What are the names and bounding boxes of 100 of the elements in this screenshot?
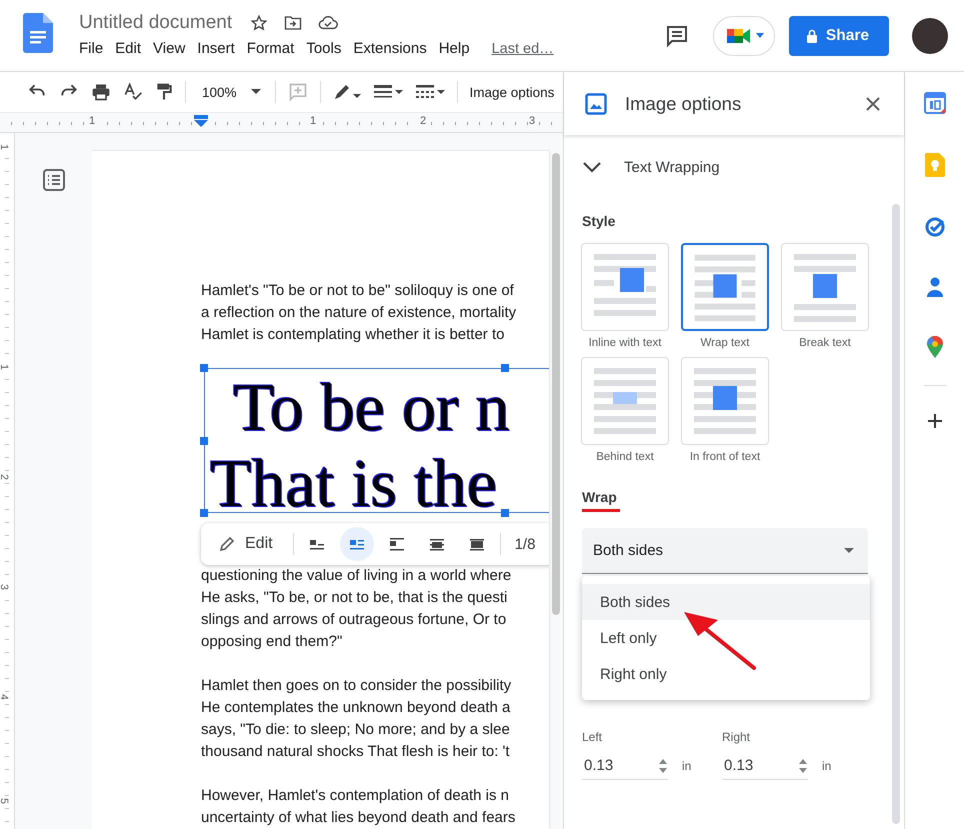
ruler-number: 2: [0, 474, 10, 480]
margin-label: Right: [722, 730, 752, 744]
comment-icon[interactable]: [664, 24, 689, 48]
panel-title: Image options: [625, 92, 742, 114]
outline-icon[interactable]: [42, 169, 64, 191]
margin-label: Left: [582, 730, 604, 744]
chevron-icon: [582, 161, 602, 173]
docs-logo-icon[interactable]: [23, 12, 53, 52]
lock-icon: [806, 28, 818, 42]
paint-format-icon[interactable]: [155, 82, 173, 102]
menu-item[interactable]: View: [147, 38, 192, 59]
last-edit-link[interactable]: Last ed…: [492, 40, 554, 56]
tasks-icon[interactable]: [924, 216, 946, 238]
style-option-label: Behind text: [596, 451, 654, 463]
image-text: To be or n: [232, 369, 510, 445]
share-button[interactable]: Share: [788, 16, 889, 56]
image-page-count: 1/8: [514, 536, 536, 552]
avatar[interactable]: [912, 18, 948, 54]
style-option-label: Inline with text: [588, 337, 662, 349]
paragraph-line: thousand natural shocks That flesh is heir to: 't: [201, 742, 511, 762]
ruler-number: 3: [0, 584, 10, 590]
paragraph-line: says, "To die: to sleep; No more; and by a slee: [201, 720, 511, 740]
ruler-number: 1: [309, 115, 318, 127]
annotation-underline: [582, 509, 620, 512]
scrollbar-thumb[interactable]: [552, 153, 560, 615]
ruler-number: 4: [0, 694, 10, 700]
dropdown-option[interactable]: Left only: [582, 620, 870, 656]
paragraph-line: Hamlet's "To be or not to be" soliloquy is one of: [201, 281, 515, 301]
star-icon[interactable]: [250, 14, 268, 32]
caret-icon: [756, 32, 764, 38]
unit-label: in: [822, 759, 832, 773]
paragraph-line: However, Hamlet's contemplation of death is n: [201, 786, 510, 806]
resize-handle[interactable]: [200, 364, 208, 372]
paragraph-line: Hamlet then goes on to consider the possibility: [201, 676, 512, 696]
ruler-number: 1: [0, 364, 10, 370]
wrap-dropdown[interactable]: Both sides: [582, 528, 868, 574]
margin-field[interactable]: 0.13: [722, 752, 808, 780]
paragraph-line: He asks, "To be, or not to be, that is the questi: [201, 588, 508, 608]
resize-handle[interactable]: [200, 437, 208, 445]
layout-icon: [468, 536, 486, 552]
pencil-icon: [219, 536, 235, 552]
paragraph-line: uncertainty of what lies beyond death and fears: [201, 808, 516, 828]
menu-item[interactable]: File: [73, 38, 110, 59]
menu-item[interactable]: Format: [240, 38, 300, 59]
style-label: Style: [582, 213, 616, 229]
ruler-number: 1: [88, 115, 96, 127]
caret-icon: [250, 89, 261, 95]
print-icon[interactable]: [91, 82, 111, 102]
indent-marker-icon[interactable]: [194, 115, 208, 127]
paragraph-line: a reflection on the nature of existence, mortality: [201, 303, 518, 323]
scrollbar-thumb[interactable]: [892, 204, 900, 824]
resize-handle[interactable]: [501, 509, 509, 517]
caret-icon: [844, 548, 854, 554]
spinner-icon[interactable]: [658, 758, 668, 774]
dropdown-option[interactable]: Both sides: [582, 584, 870, 620]
paragraph-line: questioning the value of living in a world where: [201, 566, 512, 586]
image-icon: [585, 92, 607, 114]
wrap-mode-button[interactable]: [340, 527, 374, 561]
paragraph-line: opposing end them?": [201, 632, 344, 652]
zoom-dropdown[interactable]: 100%: [198, 84, 263, 100]
paragraph-line: slings and arrows of outrageous fortune, Or to: [201, 610, 508, 630]
resize-handle[interactable]: [501, 364, 509, 372]
section-header[interactable]: Text Wrapping: [582, 135, 904, 199]
unit-label: in: [682, 759, 692, 773]
close-icon[interactable]: [866, 96, 880, 110]
pen-icon[interactable]: [332, 82, 361, 102]
paragraph-line: He contemplates the unknown beyond death a: [201, 698, 512, 718]
ruler-number: 5: [0, 798, 10, 804]
edit-button[interactable]: Edit: [213, 531, 279, 557]
margin-field[interactable]: 0.13: [582, 752, 668, 780]
image-options-button[interactable]: Image options: [470, 84, 554, 100]
spinner-icon[interactable]: [798, 758, 808, 774]
calendar-icon[interactable]: [924, 92, 946, 114]
wrap-style-option[interactable]: [681, 243, 769, 331]
cloud-icon[interactable]: [318, 15, 338, 31]
meet-button[interactable]: [712, 16, 775, 56]
ruler-number: 1: [0, 144, 10, 150]
add-comment-icon: [288, 82, 308, 102]
folder-icon[interactable]: [284, 15, 302, 31]
spellcheck-icon[interactable]: [123, 82, 143, 102]
style-option-label: Break text: [799, 337, 851, 349]
menu-item[interactable]: Help: [432, 38, 476, 59]
dropdown-option[interactable]: Right only: [582, 656, 870, 692]
add-icon[interactable]: [926, 413, 942, 429]
layout-icon: [388, 536, 406, 552]
ruler-number: 2: [419, 115, 428, 127]
style-option-label: In front of text: [690, 451, 760, 463]
map-pin-icon[interactable]: [926, 336, 942, 358]
layout-icon: [428, 536, 446, 552]
resize-handle[interactable]: [200, 509, 208, 517]
menu-item[interactable]: Insert: [191, 38, 241, 59]
document-title[interactable]: Untitled document: [79, 12, 232, 34]
wrap-label: Wrap: [582, 489, 618, 505]
menu-item[interactable]: Extensions: [347, 38, 433, 59]
contacts-icon[interactable]: [926, 277, 944, 297]
paragraph-line: Hamlet is contemplating whether it is better to: [201, 325, 506, 345]
menu-item[interactable]: Tools: [300, 38, 348, 59]
ruler-number: 3: [528, 115, 536, 127]
style-option-label: Wrap text: [700, 337, 750, 349]
menu-item[interactable]: Edit: [109, 38, 148, 59]
